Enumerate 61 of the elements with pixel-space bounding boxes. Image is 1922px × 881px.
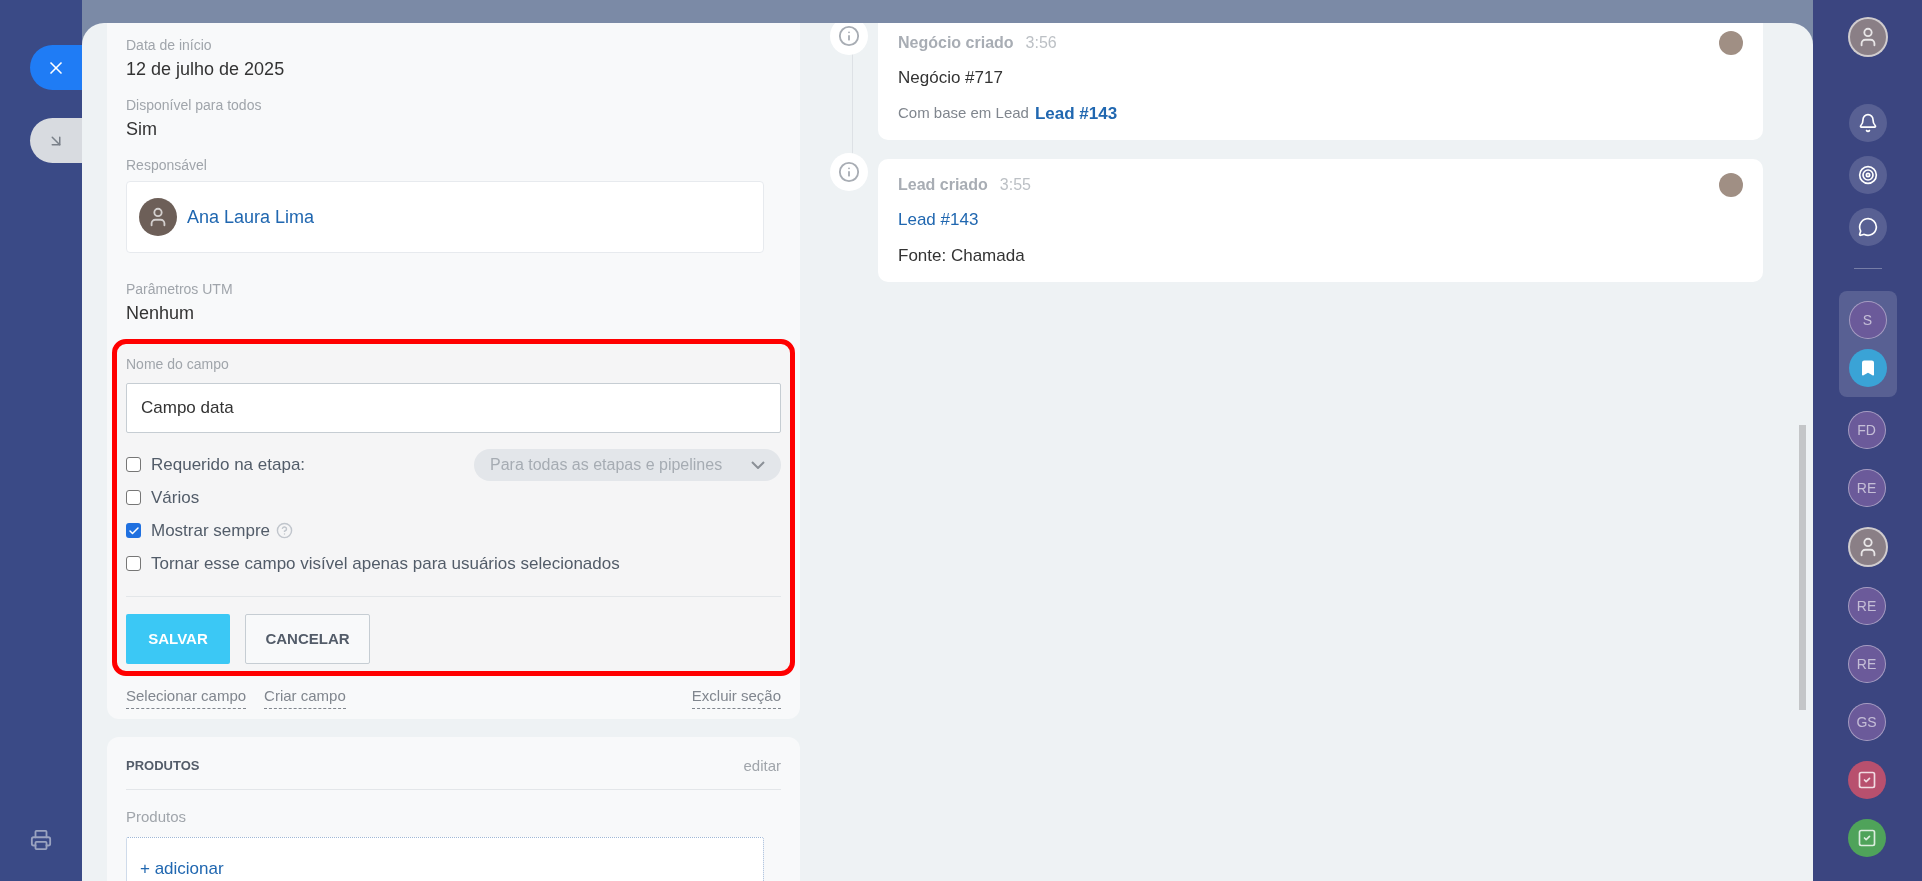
option-label: Tornar esse campo visível apenas para usuários selecionados <box>151 552 620 575</box>
chat-avatar[interactable]: RE <box>1847 645 1886 683</box>
event-time: 3:56 <box>1025 33 1057 53</box>
checkbox[interactable] <box>126 523 141 538</box>
avatar[interactable] <box>1847 17 1888 57</box>
collapse-button[interactable] <box>30 118 82 163</box>
add-product-box[interactable]: + adicionar <box>126 836 764 881</box>
field-label: Produtos <box>126 807 188 827</box>
author-avatar <box>1719 31 1743 55</box>
checkbox[interactable] <box>126 490 141 505</box>
event-title: Negócio criado <box>898 33 1014 53</box>
field-label: Parâmetros UTM <box>126 280 234 299</box>
event-note: Com base em Lead <box>898 103 1029 123</box>
event-title: Lead criado <box>898 175 988 195</box>
event-time: 3:55 <box>999 175 1031 195</box>
close-button[interactable] <box>30 45 82 90</box>
print-icon[interactable] <box>30 829 52 851</box>
checkbox[interactable] <box>126 457 141 472</box>
info-icon <box>830 153 868 191</box>
section-link[interactable]: Selecionar campo <box>126 685 247 709</box>
field-label: Data de início <box>126 36 213 55</box>
chat-avatar[interactable]: GS <box>1847 703 1886 741</box>
chat-avatar[interactable]: FD <box>1847 411 1886 449</box>
field-label: Disponível para todos <box>126 96 263 115</box>
task-icon[interactable] <box>1847 761 1886 799</box>
chat-avatar[interactable]: RE <box>1847 587 1886 625</box>
field-value: Sim <box>126 118 158 141</box>
edit-link[interactable]: editar <box>743 754 781 777</box>
bookmark-icon[interactable] <box>1848 349 1887 387</box>
chevron-down-icon <box>751 460 765 469</box>
field-name-input[interactable]: Campo data <box>126 383 781 433</box>
event-link[interactable]: Lead #143 <box>1034 100 1118 126</box>
checkbox[interactable] <box>126 556 141 571</box>
event-link[interactable]: Lead #143 <box>898 207 1743 233</box>
section-link[interactable]: Excluir seção <box>691 685 781 709</box>
task-icon[interactable] <box>1847 819 1886 857</box>
option-label: Vários <box>151 486 200 509</box>
event-text: Negócio #717 <box>898 67 1004 89</box>
avatar[interactable] <box>1847 527 1888 567</box>
info-icon <box>830 23 868 55</box>
section-link[interactable]: Criar campo <box>264 685 346 709</box>
field-value: 12 de julho de 2025 <box>126 58 286 81</box>
chat-icon[interactable] <box>1848 208 1887 246</box>
field-label: Responsável <box>126 156 208 175</box>
field-label: Nome do campo <box>126 355 230 374</box>
notifications-icon[interactable] <box>1848 104 1887 142</box>
user-avatar <box>139 198 177 236</box>
option-label: Requerido na etapa: <box>151 453 306 476</box>
stage-dropdown[interactable]: Para todas as etapas e pipelines <box>474 448 781 481</box>
add-product-link[interactable]: + adicionar <box>140 858 224 878</box>
save-button[interactable]: SALVAR <box>126 614 230 664</box>
target-icon[interactable] <box>1848 156 1887 194</box>
chat-avatar[interactable]: RE <box>1847 469 1886 507</box>
user-link[interactable]: Ana Laura Lima <box>187 203 315 231</box>
cancel-button[interactable]: CANCELAR <box>245 614 370 664</box>
event-text: Fonte: Chamada <box>898 244 1026 267</box>
section-title: PRODUTOS <box>126 757 200 775</box>
field-value: Nenhum <box>126 302 196 325</box>
option-label: Mostrar sempre <box>151 519 271 542</box>
chat-avatar[interactable]: S <box>1848 301 1887 339</box>
author-avatar <box>1719 173 1743 197</box>
